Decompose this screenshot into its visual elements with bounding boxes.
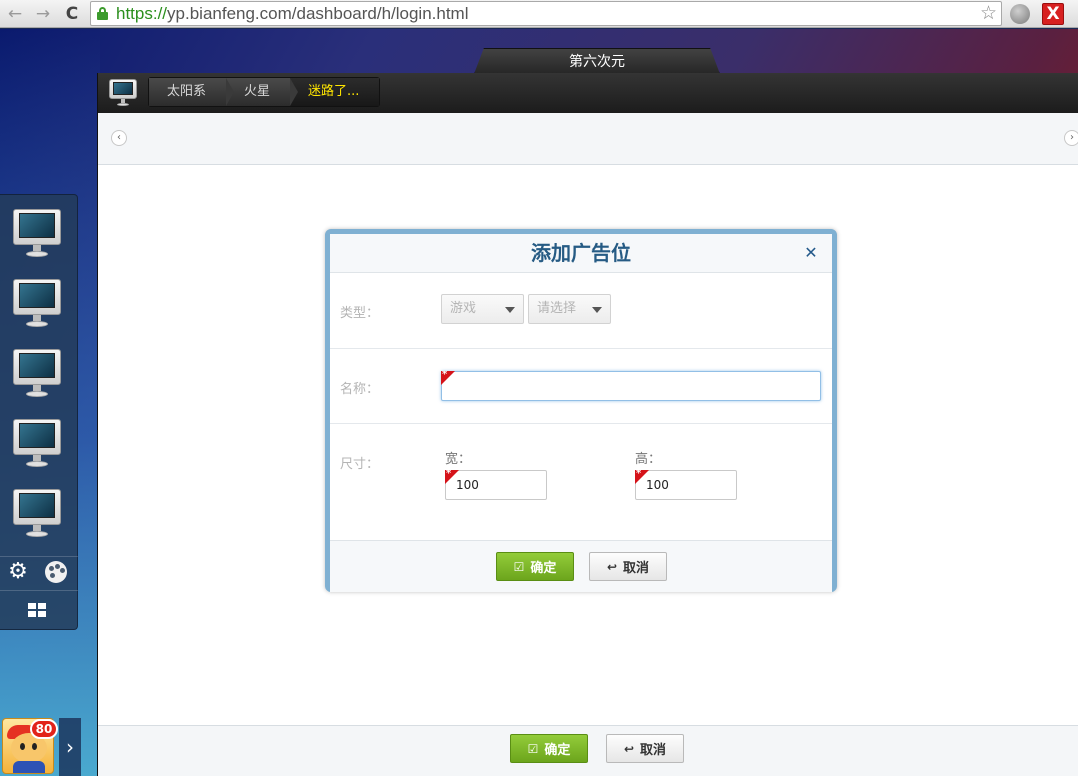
- forward-arrow-icon[interactable]: →: [32, 3, 54, 25]
- bookmark-star-icon[interactable]: ☆: [980, 2, 997, 24]
- url-path: yp.bianfeng.com/dashboard/h/login.html: [167, 4, 469, 23]
- add-ad-slot-dialog: 添加广告位 ✕ 类型： 游戏 请选择 名称： 尺寸： 宽： 100 高： 100…: [325, 229, 837, 592]
- dock-tools: ⚙: [0, 556, 78, 590]
- breadcrumb-item-current[interactable]: 迷路了...: [290, 78, 380, 106]
- chevron-right-icon[interactable]: ›: [1064, 130, 1078, 146]
- url-scheme: https://: [116, 4, 168, 23]
- type-select[interactable]: 游戏: [441, 294, 524, 324]
- url-text[interactable]: https://yp.bianfeng.com/dashboard/h/logi…: [116, 3, 469, 25]
- footer-cancel-label: 取消: [640, 743, 667, 758]
- dialog-footer: ☑ 确定 ↩ 取消: [330, 540, 832, 592]
- required-marker-icon: [635, 470, 649, 484]
- palette-icon[interactable]: [45, 561, 67, 583]
- reload-icon[interactable]: C: [61, 3, 83, 25]
- lock-icon: [97, 7, 108, 20]
- required-marker-icon: [445, 470, 459, 484]
- monitor-icon[interactable]: [109, 79, 137, 107]
- monitor-icon[interactable]: [13, 349, 61, 399]
- height-input[interactable]: 100: [635, 470, 737, 500]
- browser-toolbar: ← → C https://yp.bianfeng.com/dashboard/…: [0, 0, 1078, 28]
- check-square-icon: ☑: [527, 741, 539, 756]
- type-row: 类型： 游戏 请选择: [330, 273, 832, 349]
- address-bar[interactable]: https://yp.bianfeng.com/dashboard/h/logi…: [90, 1, 1002, 26]
- subtype-select-value: 请选择: [537, 301, 577, 316]
- globe-icon[interactable]: [1010, 4, 1030, 24]
- subtype-select[interactable]: 请选择: [528, 294, 611, 324]
- dialog-confirm-button[interactable]: ☑ 确定: [496, 552, 574, 581]
- name-input[interactable]: [441, 371, 821, 401]
- breadcrumb: 太阳系 火星 迷路了...: [148, 77, 381, 107]
- dock-grid: [0, 590, 78, 630]
- chevron-left-icon[interactable]: ‹: [111, 130, 127, 146]
- return-icon: ↩: [623, 741, 635, 756]
- type-select-value: 游戏: [450, 301, 477, 316]
- app-titlebar: 太阳系 火星 迷路了...: [98, 73, 1078, 113]
- size-row: 尺寸： 宽： 100 高： 100: [330, 424, 832, 537]
- app-footer: ☑ 确定 ↩ 取消: [98, 725, 1078, 776]
- breadcrumb-item[interactable]: 火星: [226, 78, 299, 106]
- monitor-icon[interactable]: [13, 209, 61, 259]
- monitor-icon[interactable]: [13, 279, 61, 329]
- side-dock: ⚙: [0, 194, 78, 630]
- footer-confirm-label: 确定: [544, 743, 571, 758]
- grid-icon[interactable]: [28, 603, 46, 618]
- notification-badge[interactable]: 80: [30, 719, 58, 739]
- dialog-confirm-label: 确定: [530, 561, 557, 576]
- gear-icon[interactable]: ⚙: [7, 561, 29, 583]
- dialog-title: 添加广告位: [531, 241, 631, 265]
- footer-confirm-button[interactable]: ☑ 确定: [510, 734, 588, 763]
- caret-down-icon: [505, 307, 515, 313]
- dialog-header: 添加广告位 ✕: [330, 234, 832, 273]
- desktop-tab-title[interactable]: 第六次元: [474, 48, 720, 74]
- footer-cancel-button[interactable]: ↩ 取消: [606, 734, 684, 763]
- tab-strip: ‹ ›: [98, 113, 1078, 165]
- name-label: 名称：: [340, 382, 380, 397]
- monitor-icon[interactable]: [13, 419, 61, 469]
- close-x-icon[interactable]: X: [1042, 3, 1064, 25]
- caret-down-icon: [592, 307, 602, 313]
- type-label: 类型：: [340, 306, 380, 321]
- name-row: 名称：: [330, 349, 832, 424]
- check-square-icon: ☑: [513, 559, 525, 574]
- width-input[interactable]: 100: [445, 470, 547, 500]
- monitor-icon[interactable]: [13, 489, 61, 539]
- close-icon[interactable]: ✕: [802, 243, 820, 263]
- return-icon: ↩: [606, 559, 618, 574]
- back-arrow-icon[interactable]: ←: [4, 3, 26, 25]
- dialog-cancel-button[interactable]: ↩ 取消: [589, 552, 667, 581]
- height-label: 高：: [635, 452, 662, 467]
- width-label: 宽：: [445, 452, 472, 467]
- dialog-cancel-label: 取消: [623, 561, 650, 576]
- breadcrumb-item[interactable]: 太阳系: [149, 78, 235, 106]
- required-marker-icon: [441, 371, 455, 385]
- size-label: 尺寸：: [340, 457, 380, 472]
- chevron-right-icon[interactable]: ›: [59, 718, 81, 776]
